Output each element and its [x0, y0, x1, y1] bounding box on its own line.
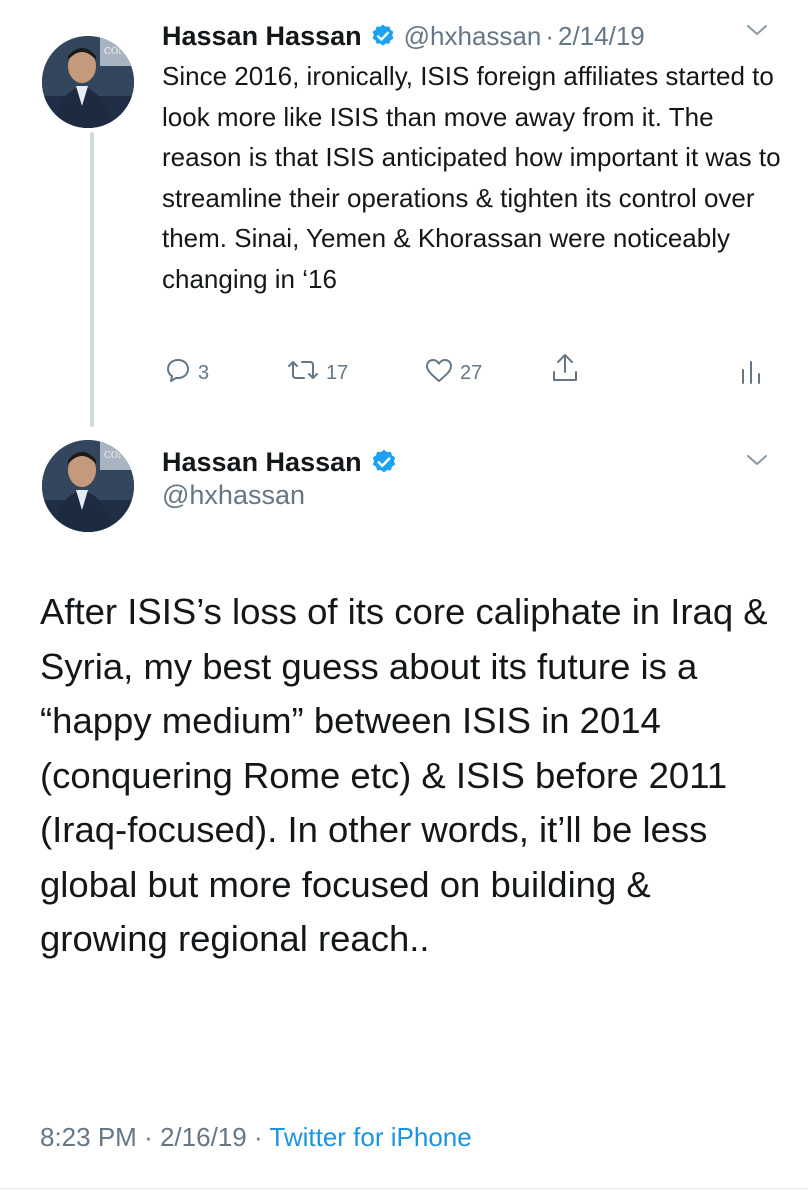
chevron-down-icon[interactable] — [745, 452, 769, 473]
analytics-icon — [738, 358, 764, 390]
separator-dot: · — [144, 1122, 153, 1152]
avatar[interactable]: CONC — [42, 36, 134, 128]
avatar-image: CONC — [42, 440, 134, 532]
divider — [0, 1188, 808, 1189]
tweet-actions: 3 17 27 — [0, 350, 808, 390]
tweet-text: After ISIS’s loss of its core caliphate … — [40, 591, 768, 959]
svg-text:CONC: CONC — [104, 47, 133, 57]
like-count: 27 — [460, 361, 483, 384]
author-name[interactable]: Hassan Hassan — [162, 21, 362, 52]
separator-dot: · — [545, 20, 554, 51]
verified-badge-icon — [370, 448, 398, 476]
reply-button[interactable]: 3 — [164, 356, 209, 390]
avatar-image: CONC — [42, 36, 134, 128]
tweet-meta: 8:23 PM · 2/16/19 · Twitter for iPhone — [40, 1122, 472, 1153]
reply-count: 3 — [198, 361, 210, 384]
verified-badge-icon — [370, 23, 396, 49]
heart-icon — [424, 356, 454, 390]
share-icon — [550, 352, 580, 390]
author-handle[interactable]: @hxhassan — [162, 480, 305, 511]
like-button[interactable]: 27 — [424, 356, 482, 390]
tweet-time: 8:23 PM — [40, 1122, 137, 1152]
chevron-down-icon[interactable] — [745, 22, 769, 43]
avatar[interactable]: CONC — [42, 440, 134, 532]
reply-icon — [164, 356, 192, 390]
tweet-text: Since 2016, ironically, ISIS foreign aff… — [162, 61, 781, 294]
author-name[interactable]: Hassan Hassan — [162, 447, 362, 478]
retweet-icon — [286, 356, 320, 390]
tweet-date: 2/16/19 — [159, 1122, 247, 1152]
separator-dot: · — [253, 1122, 263, 1152]
author-handle[interactable]: @hxhassan — [404, 21, 542, 52]
tweet-author: Hassan Hassan — [162, 442, 398, 482]
share-button[interactable] — [550, 352, 580, 390]
tweet-source-link[interactable]: Twitter for iPhone — [269, 1122, 471, 1152]
retweet-count: 17 — [326, 361, 349, 384]
analytics-button[interactable] — [738, 358, 764, 390]
tweet-date[interactable]: 2/14/19 — [558, 21, 645, 52]
tweet-header: Hassan Hassan @hxhassan · 2/14/19 — [162, 16, 782, 56]
retweet-button[interactable]: 17 — [286, 356, 348, 390]
svg-text:CONC: CONC — [104, 451, 133, 461]
